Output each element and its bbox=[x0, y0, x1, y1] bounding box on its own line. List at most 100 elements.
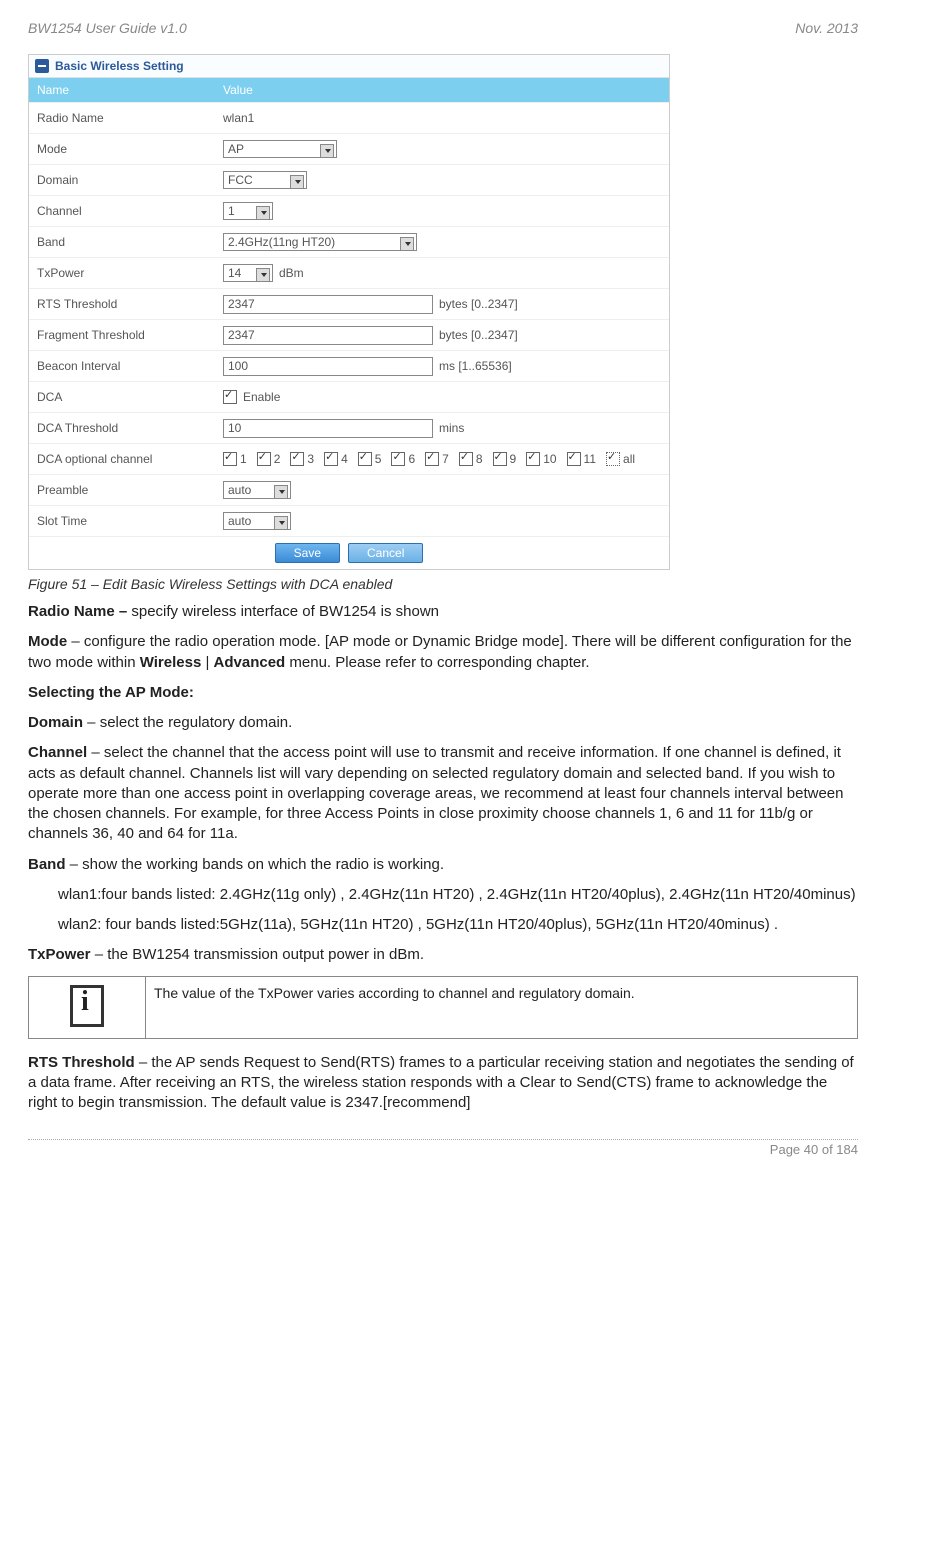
bold-rts: RTS Threshold bbox=[28, 1054, 135, 1071]
band-select[interactable]: 2.4GHz(11ng HT20) bbox=[223, 233, 417, 251]
dca-ch-9-checkbox[interactable] bbox=[493, 452, 507, 466]
panel-title: Basic Wireless Setting bbox=[55, 59, 184, 73]
row-domain: Domain FCC bbox=[29, 164, 669, 195]
para-wlan1: wlan1:four bands listed: 2.4GHz(11g only… bbox=[58, 885, 858, 905]
dca-ch-3-checkbox[interactable] bbox=[290, 452, 304, 466]
info-icon bbox=[70, 985, 104, 1027]
dca-ch-2-label: 2 bbox=[274, 452, 281, 466]
para-wlan2: wlan2: four bands listed:5GHz(11a), 5GHz… bbox=[58, 915, 858, 935]
beacon-hint: ms [1..65536] bbox=[439, 359, 512, 373]
dca-ch-5-label: 5 bbox=[375, 452, 382, 466]
para-rts: RTS Threshold – the AP sends Request to … bbox=[28, 1053, 858, 1114]
dca-threshold-hint: mins bbox=[439, 421, 464, 435]
row-beacon: Beacon Interval 100 ms [1..65536] bbox=[29, 350, 669, 381]
info-text: The value of the TxPower varies accordin… bbox=[146, 976, 858, 1038]
doc-header-right: Nov. 2013 bbox=[795, 20, 858, 36]
label-dca: DCA bbox=[29, 385, 215, 409]
domain-select[interactable]: FCC bbox=[223, 171, 307, 189]
label-frag: Fragment Threshold bbox=[29, 323, 215, 347]
dca-ch-7-label: 7 bbox=[442, 452, 449, 466]
cancel-button[interactable]: Cancel bbox=[348, 543, 423, 563]
para-mode: Mode – configure the radio operation mod… bbox=[28, 632, 858, 673]
frag-input[interactable]: 2347 bbox=[223, 326, 433, 345]
dca-ch-3-label: 3 bbox=[307, 452, 314, 466]
text-sep: | bbox=[201, 654, 213, 671]
button-bar: Save Cancel bbox=[29, 536, 669, 569]
txpower-select[interactable]: 14 bbox=[223, 264, 273, 282]
table-header: Name Value bbox=[29, 78, 669, 102]
figure-caption: Figure 51 – Edit Basic Wireless Settings… bbox=[28, 576, 858, 592]
text-domain: – select the regulatory domain. bbox=[83, 714, 292, 731]
info-table: The value of the TxPower varies accordin… bbox=[28, 976, 858, 1039]
bold-wireless: Wireless bbox=[140, 654, 202, 671]
dca-ch-9-label: 9 bbox=[510, 452, 517, 466]
label-txpower: TxPower bbox=[29, 261, 215, 285]
bold-select-ap: Selecting the AP Mode: bbox=[28, 684, 194, 701]
para-radio-name: Radio Name – specify wireless interface … bbox=[28, 602, 858, 622]
mode-select[interactable]: AP bbox=[223, 140, 337, 158]
rts-input[interactable]: 2347 bbox=[223, 295, 433, 314]
dca-ch-1-checkbox[interactable] bbox=[223, 452, 237, 466]
dca-ch-2-checkbox[interactable] bbox=[257, 452, 271, 466]
dca-ch-4-label: 4 bbox=[341, 452, 348, 466]
dca-ch-all-label: all bbox=[623, 452, 635, 466]
col-name: Name bbox=[29, 78, 215, 102]
label-domain: Domain bbox=[29, 168, 215, 192]
label-dca-threshold: DCA Threshold bbox=[29, 416, 215, 440]
text-mode-2: menu. Please refer to corresponding chap… bbox=[285, 654, 589, 671]
channel-select[interactable]: 1 bbox=[223, 202, 273, 220]
doc-header-left: BW1254 User Guide v1.0 bbox=[28, 20, 187, 36]
label-rts: RTS Threshold bbox=[29, 292, 215, 316]
para-select-ap: Selecting the AP Mode: bbox=[28, 683, 858, 703]
row-txpower: TxPower 14 dBm bbox=[29, 257, 669, 288]
row-dca-threshold: DCA Threshold 10 mins bbox=[29, 412, 669, 443]
screenshot-panel: Basic Wireless Setting Name Value Radio … bbox=[28, 54, 670, 570]
beacon-input[interactable]: 100 bbox=[223, 357, 433, 376]
bold-domain: Domain bbox=[28, 714, 83, 731]
label-mode: Mode bbox=[29, 137, 215, 161]
dca-ch-6-label: 6 bbox=[408, 452, 415, 466]
col-value: Value bbox=[215, 78, 669, 102]
label-radio-name: Radio Name bbox=[29, 106, 215, 130]
value-radio-name: wlan1 bbox=[223, 111, 254, 125]
collapse-icon[interactable] bbox=[35, 59, 49, 73]
dca-ch-10-label: 10 bbox=[543, 452, 556, 466]
para-txpower: TxPower – the BW1254 transmission output… bbox=[28, 945, 858, 965]
bold-channel: Channel bbox=[28, 744, 87, 761]
txpower-unit: dBm bbox=[279, 266, 304, 280]
dca-threshold-input[interactable]: 10 bbox=[223, 419, 433, 438]
frag-hint: bytes [0..2347] bbox=[439, 328, 518, 342]
row-channel: Channel 1 bbox=[29, 195, 669, 226]
dca-ch-8-label: 8 bbox=[476, 452, 483, 466]
save-button[interactable]: Save bbox=[275, 543, 340, 563]
slot-select[interactable]: auto bbox=[223, 512, 291, 530]
row-mode: Mode AP bbox=[29, 133, 669, 164]
para-domain: Domain – select the regulatory domain. bbox=[28, 713, 858, 733]
bold-advanced: Advanced bbox=[214, 654, 286, 671]
text-txpower: – the BW1254 transmission output power i… bbox=[91, 946, 425, 963]
dca-checkbox[interactable] bbox=[223, 390, 237, 404]
row-preamble: Preamble auto bbox=[29, 474, 669, 505]
dca-ch-1-label: 1 bbox=[240, 452, 247, 466]
dca-ch-8-checkbox[interactable] bbox=[459, 452, 473, 466]
dca-ch-11-checkbox[interactable] bbox=[567, 452, 581, 466]
rts-hint: bytes [0..2347] bbox=[439, 297, 518, 311]
text-radio-name: specify wireless interface of BW1254 is … bbox=[127, 603, 439, 620]
label-preamble: Preamble bbox=[29, 478, 215, 502]
bold-radio-name: Radio Name – bbox=[28, 603, 127, 620]
preamble-select[interactable]: auto bbox=[223, 481, 291, 499]
label-channel: Channel bbox=[29, 199, 215, 223]
dca-ch-7-checkbox[interactable] bbox=[425, 452, 439, 466]
row-dca-optional: DCA optional channel 1 2 3 4 5 6 7 8 9 1… bbox=[29, 443, 669, 474]
panel-titlebar: Basic Wireless Setting bbox=[29, 55, 669, 78]
dca-ch-all-checkbox[interactable] bbox=[606, 452, 620, 466]
dca-ch-6-checkbox[interactable] bbox=[391, 452, 405, 466]
dca-ch-4-checkbox[interactable] bbox=[324, 452, 338, 466]
row-frag: Fragment Threshold 2347 bytes [0..2347] bbox=[29, 319, 669, 350]
dca-ch-10-checkbox[interactable] bbox=[526, 452, 540, 466]
dca-ch-5-checkbox[interactable] bbox=[358, 452, 372, 466]
text-rts: – the AP sends Request to Send(RTS) fram… bbox=[28, 1054, 854, 1112]
bold-mode: Mode bbox=[28, 633, 67, 650]
row-rts: RTS Threshold 2347 bytes [0..2347] bbox=[29, 288, 669, 319]
row-dca: DCA Enable bbox=[29, 381, 669, 412]
